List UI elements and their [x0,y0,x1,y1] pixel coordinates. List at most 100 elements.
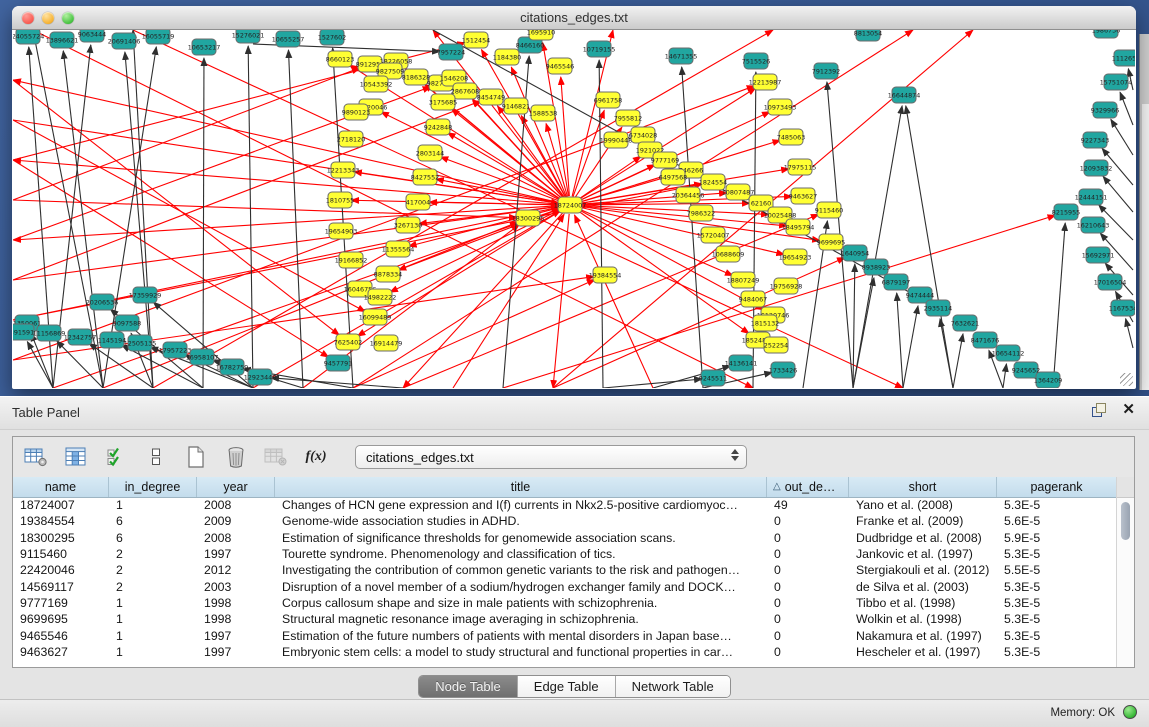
graph-node[interactable]: 19654923 [779,249,812,265]
table-cell[interactable]: 0 [767,514,849,528]
graph-node[interactable]: 7912392 [812,63,840,79]
graph-edge[interactable] [903,306,918,388]
table-row[interactable]: 969969511998Structural magnetic resonanc… [13,611,1117,627]
table-cell[interactable]: 9465546 [13,629,109,643]
table-row[interactable]: 1456911722003Disruption of a novel membe… [13,578,1117,594]
table-cell[interactable]: 49 [767,498,849,512]
table-cell[interactable]: 5.3E-5 [997,612,1117,626]
graph-node[interactable]: 6734028 [629,127,657,143]
graph-node[interactable]: 15720407 [697,227,730,243]
table-cell[interactable]: 22420046 [13,563,109,577]
graph-edge[interactable] [546,124,567,197]
table-cell[interactable]: Changes of HCN gene expression and I(f) … [275,498,767,512]
tab-edge-table[interactable]: Edge Table [518,676,616,697]
graph-node[interactable]: 1695910 [527,30,555,40]
graph-node[interactable]: 12093832 [1080,160,1113,176]
table-header-row[interactable]: namein_degreeyeartitle△out_de…shortpager… [13,477,1117,498]
graph-node[interactable]: 3267130 [394,217,422,233]
table-cell[interactable]: 0 [767,612,849,626]
table-cell[interactable]: Estimation of the future numbers of pati… [275,629,767,643]
table-cell[interactable]: Disruption of a novel member of a sodium… [275,580,767,594]
graph-node[interactable]: 24055724 [13,30,44,44]
graph-node[interactable]: 9245511 [699,370,727,386]
graph-node[interactable]: 9063444 [78,30,106,42]
table-cell[interactable]: Tourette syndrome. Phenomenology and cla… [275,547,767,561]
graph-edge[interactable] [1053,223,1065,388]
table-cell[interactable]: Embryonic stem cells: a model to study s… [275,645,767,659]
table-cell[interactable]: 1997 [197,547,275,561]
graph-edge[interactable] [553,214,569,388]
graph-node[interactable]: 19990448 [600,132,633,148]
table-cell[interactable]: 2 [109,563,197,577]
graph-node[interactable]: 9457791 [324,355,352,371]
close-panel-icon[interactable]: ✕ [1122,403,1135,417]
table-cell[interactable]: 9115460 [13,547,109,561]
graph-edge[interactable] [953,334,963,388]
graph-node[interactable]: 12923448 [244,369,277,385]
graph-node[interactable]: 9890123 [342,104,370,120]
graph-node[interactable]: 19756928 [770,278,803,294]
new-table-icon[interactable] [183,445,209,469]
graph-node[interactable]: 8813054 [854,30,882,41]
table-cell[interactable]: 2 [109,547,197,561]
column-header-name[interactable]: name [13,477,109,497]
table-cell[interactable]: 14569117 [13,580,109,594]
column-header-year[interactable]: year [197,477,275,497]
graph-edge[interactable] [853,278,874,388]
table-cell[interactable]: 5.3E-5 [997,645,1117,659]
table-cell[interactable]: 2003 [197,580,275,594]
graph-edge[interactable] [940,319,953,388]
table-cell[interactable]: 0 [767,629,849,643]
table-cell[interactable]: 5.5E-5 [997,563,1117,577]
graph-node[interactable]: 8878334 [374,266,402,282]
graph-node[interactable]: 12444151 [1075,189,1108,205]
graph-node[interactable]: 1640954 [841,245,869,261]
table-cell[interactable]: Jankovic et al. (1997) [849,547,997,561]
table-cell[interactable]: 5.9E-5 [997,531,1117,545]
graph-edge[interactable] [103,222,518,388]
graph-node[interactable]: 417004 [406,194,430,210]
graph-edge[interactable] [271,378,403,388]
graph-node[interactable]: 18807249 [727,272,760,288]
graph-edge[interactable] [853,264,855,388]
graph-node[interactable]: 1167534 [1109,300,1135,316]
graph-node[interactable]: 10653217 [188,39,221,55]
table-cell[interactable]: 1 [109,498,197,512]
graph-edge[interactable] [1103,176,1133,212]
table-cell[interactable]: de Silva et al. (2003) [849,580,997,594]
table-cell[interactable]: 0 [767,563,849,577]
graph-node[interactable]: 16055719 [142,30,175,44]
graph-edge[interactable] [906,106,953,388]
column-header-title[interactable]: title [275,477,767,497]
graph-node[interactable]: 10719155 [583,41,616,57]
table-cell[interactable]: Franke et al. (2009) [849,514,997,528]
table-row[interactable]: 2242004622012Investigating the contribut… [13,562,1117,578]
table-cell[interactable]: 2 [109,580,197,594]
table-cell[interactable]: 6 [109,531,197,545]
table-cell[interactable]: Tibbo et al. (1998) [849,596,997,610]
table-cell[interactable]: 1998 [197,612,275,626]
graph-edge[interactable] [897,293,903,388]
graph-node[interactable]: 7632621 [951,315,979,331]
window-titlebar[interactable]: citations_edges.txt [12,6,1136,30]
table-cell[interactable]: 1 [109,645,197,659]
table-cell[interactable]: 0 [767,580,849,594]
table-cell[interactable]: Investigating the contribution of common… [275,563,767,577]
graph-node[interactable]: 15276021 [232,30,265,43]
graph-node[interactable]: 12342757 [64,329,97,345]
graph-node[interactable]: 9146821 [502,98,530,114]
graph-node[interactable]: 7986322 [687,205,715,221]
network-canvas[interactable]: 2405572413896621906344420691406160557191… [13,30,1135,388]
table-row[interactable]: 1872400712008Changes of HCN gene express… [13,497,1117,513]
graph-node[interactable]: 11355564 [382,241,415,257]
graph-node[interactable]: 14982222 [364,289,397,305]
tab-network-table[interactable]: Network Table [616,676,730,697]
graph-node[interactable]: 9777169 [651,152,679,168]
table-cell[interactable]: 0 [767,531,849,545]
table-cell[interactable]: 9463627 [13,645,109,659]
graph-node[interactable]: 17016504 [1094,274,1127,290]
table-row[interactable]: 1830029562008Estimation of significance … [13,530,1117,546]
table-cell[interactable]: 1 [109,596,197,610]
graph-node[interactable]: 9097588 [113,315,141,331]
table-cell[interactable]: Nakamura et al. (1997) [849,629,997,643]
